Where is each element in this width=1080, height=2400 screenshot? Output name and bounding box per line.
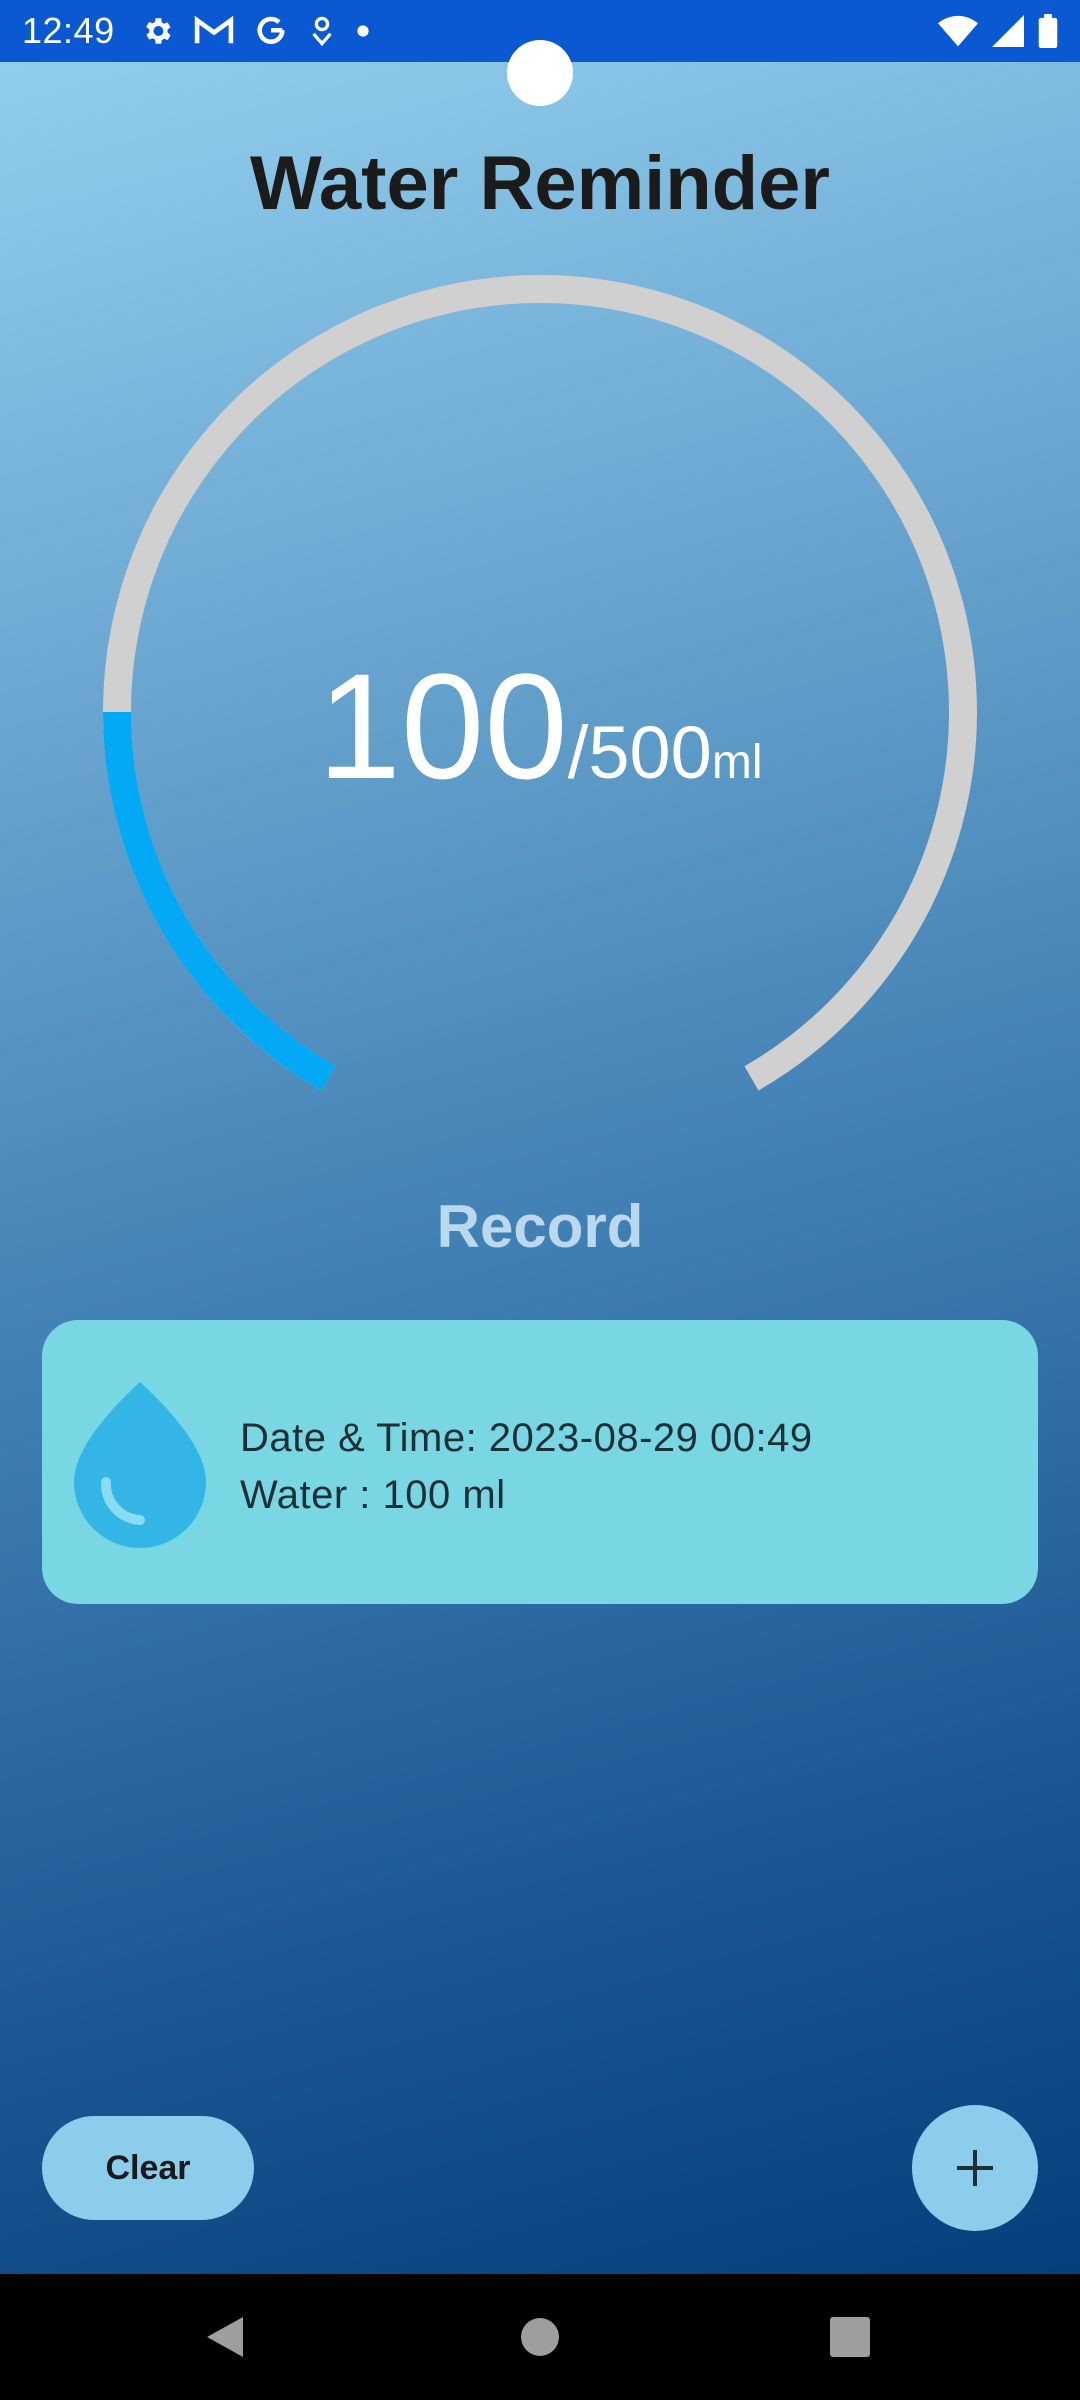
- camera-cutout: [507, 40, 573, 106]
- record-details: Date & Time: 2023-08-29 00:49 Water : 10…: [240, 1410, 813, 1524]
- intake-unit: ml: [711, 736, 763, 789]
- wifi-icon: [938, 15, 978, 47]
- nav-back-button[interactable]: [155, 2274, 295, 2400]
- app-screen: 12:49 Water Reminder 100/500ml Record Da…: [0, 0, 1080, 2274]
- gmail-icon: [194, 15, 234, 44]
- plus-icon: [957, 2150, 993, 2186]
- settings-icon: [146, 18, 171, 44]
- navigation-bar: [0, 2274, 1080, 2400]
- page-title: Water Reminder: [250, 141, 830, 226]
- record-datetime: Date & Time: 2023-08-29 00:49: [240, 1416, 813, 1460]
- goal-intake: /500: [567, 711, 712, 794]
- nav-recents-button[interactable]: [780, 2274, 920, 2400]
- record-card[interactable]: Date & Time: 2023-08-29 00:49 Water : 10…: [42, 1320, 1038, 1604]
- recents-icon: [830, 2317, 870, 2357]
- status-time: 12:49: [22, 10, 115, 51]
- signal-icon: [992, 15, 1024, 47]
- clear-button[interactable]: Clear: [42, 2116, 254, 2220]
- add-water-button[interactable]: [912, 2105, 1038, 2231]
- battery-icon: [1038, 14, 1058, 48]
- nav-home-button[interactable]: [470, 2274, 610, 2400]
- intake-amount: 100/500ml: [0, 640, 1080, 813]
- record-water-amount: Water : 100 ml: [240, 1473, 506, 1517]
- location-pin-icon: [312, 16, 332, 47]
- current-intake: 100: [317, 642, 568, 810]
- record-heading: Record: [436, 1193, 644, 1260]
- home-icon: [521, 2318, 559, 2356]
- back-icon: [207, 2317, 243, 2357]
- dot-icon: [357, 25, 369, 37]
- google-icon: [257, 16, 285, 44]
- water-drop-icon: [74, 1382, 206, 1548]
